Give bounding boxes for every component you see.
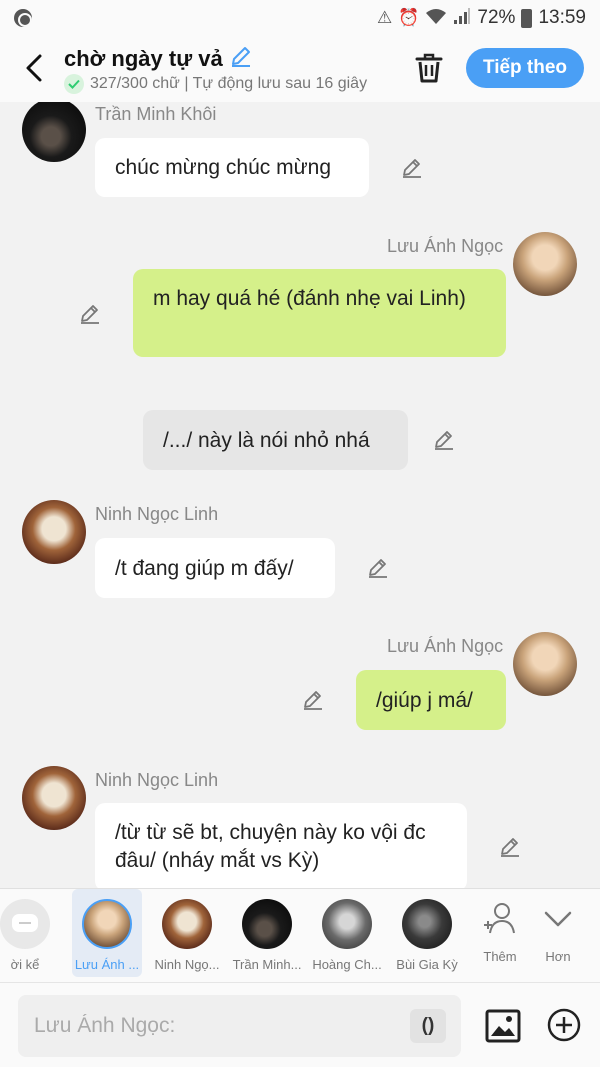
- narration-bubble[interactable]: /.../ này là nói nhỏ nhá: [143, 410, 408, 470]
- avatar[interactable]: [513, 632, 577, 696]
- add-button[interactable]: [546, 1007, 582, 1043]
- edit-title-icon[interactable]: [229, 44, 253, 74]
- check-icon: [64, 74, 84, 94]
- chevron-left-icon: [26, 54, 42, 82]
- plus-circle-icon: [547, 1008, 581, 1042]
- avatar: [402, 899, 452, 949]
- character-ninh-ngoc-linh[interactable]: Ninh Ngọ...: [152, 889, 222, 977]
- signal-icon: [453, 7, 471, 30]
- header: chờ ngày tự vả 327/300 chữ | Tự động lưu…: [0, 36, 600, 102]
- character-tran-minh-khoi[interactable]: Trần Minh...: [232, 889, 302, 977]
- message-bubble[interactable]: chúc mừng chúc mừng: [95, 138, 369, 197]
- edit-pencil-icon[interactable]: [301, 688, 325, 712]
- page-title: chờ ngày tự vả: [64, 44, 253, 74]
- more-label: Hơn: [545, 949, 571, 964]
- avatar[interactable]: [22, 766, 86, 830]
- chat-area[interactable]: Trần Minh Khôi chúc mừng chúc mừng Lưu Á…: [0, 102, 600, 888]
- avatar: [162, 899, 212, 949]
- sender-name: Lưu Ánh Ngọc: [387, 636, 504, 656]
- chat-bubble-icon: [0, 899, 50, 949]
- sender-name: Trần Minh Khôi: [95, 104, 217, 124]
- character-label: Ninh Ngọ...: [154, 957, 220, 972]
- character-luu-anh-ngoc[interactable]: Lưu Ánh ...: [72, 889, 142, 977]
- input-bar: (): [0, 982, 600, 1067]
- character-bui-gia-ky[interactable]: Bùi Gia Kỳ: [392, 889, 462, 977]
- character-hoang[interactable]: Hoàng Ch...: [312, 889, 382, 977]
- character-label: ời kể: [10, 957, 40, 972]
- message-bubble[interactable]: /t đang giúp m đấy/: [95, 538, 335, 598]
- message-bubble[interactable]: /từ từ sẽ bt, chuyện này ko vội đc đâu/ …: [95, 803, 467, 888]
- alarm-icon: ⏰: [398, 8, 420, 27]
- edit-pencil-icon[interactable]: [498, 835, 522, 859]
- insert-image-button[interactable]: [484, 1007, 522, 1045]
- delete-button[interactable]: [412, 50, 446, 86]
- clock: 13:59: [538, 7, 586, 28]
- wifi-icon: [425, 7, 447, 30]
- add-character-button[interactable]: Thêm: [470, 899, 530, 969]
- back-button[interactable]: [20, 50, 50, 86]
- avatar[interactable]: [513, 232, 577, 296]
- character-narrator[interactable]: ời kể: [0, 889, 60, 977]
- edit-pencil-icon[interactable]: [78, 302, 102, 326]
- avatar: [242, 899, 292, 949]
- avatar: [322, 899, 372, 949]
- image-icon: [485, 1009, 521, 1043]
- add-person-icon: [484, 903, 515, 934]
- message-input[interactable]: [18, 995, 461, 1057]
- sender-name: Ninh Ngọc Linh: [95, 770, 219, 790]
- battery-percent: 72%: [477, 7, 516, 28]
- edit-pencil-icon[interactable]: [400, 156, 424, 180]
- avatar[interactable]: [22, 500, 86, 564]
- save-status: 327/300 chữ | Tự động lưu sau 16 giây: [64, 74, 394, 94]
- save-status-text: 327/300 chữ | Tự động lưu sau 16 giây: [90, 75, 368, 92]
- parenthesis-button[interactable]: (): [410, 1009, 446, 1043]
- avatar[interactable]: [22, 102, 86, 162]
- more-button[interactable]: Hơn: [528, 899, 588, 969]
- message-bubble[interactable]: m hay quá hé (đánh nhẹ vai Linh): [133, 269, 506, 357]
- trash-icon: [415, 53, 443, 83]
- add-label: Thêm: [483, 949, 517, 964]
- avatar: [82, 899, 132, 949]
- battery-icon: [521, 8, 533, 28]
- character-label: Lưu Ánh ...: [74, 957, 140, 972]
- chevron-down-icon: [544, 911, 572, 927]
- alert-icon: ⚠: [377, 8, 393, 27]
- next-button[interactable]: Tiếp theo: [466, 48, 584, 88]
- title-text: chờ ngày tự vả: [64, 46, 223, 71]
- globe-icon: [14, 9, 32, 27]
- sender-name: Lưu Ánh Ngọc: [387, 236, 504, 256]
- character-label: Bùi Gia Kỳ: [396, 957, 458, 972]
- character-tray[interactable]: ời kể Lưu Ánh ... Ninh Ngọ... Trần Minh.…: [0, 888, 600, 982]
- edit-pencil-icon[interactable]: [432, 428, 456, 452]
- edit-pencil-icon[interactable]: [366, 556, 390, 580]
- character-label: Hoàng Ch...: [312, 957, 382, 972]
- sender-name: Ninh Ngọc Linh: [95, 504, 219, 524]
- character-label: Trần Minh...: [232, 957, 302, 972]
- message-bubble[interactable]: /giúp j má/: [356, 670, 506, 730]
- status-bar: ⚠ ⏰ 72% 13:59: [0, 0, 600, 36]
